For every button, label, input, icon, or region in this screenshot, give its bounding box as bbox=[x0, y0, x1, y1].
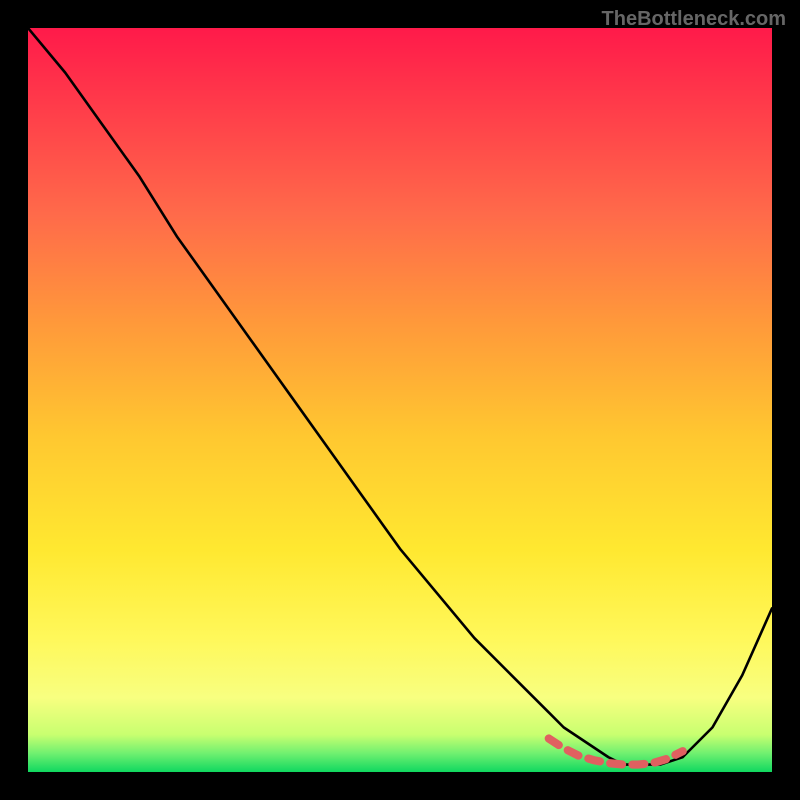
watermark-text: TheBottleneck.com bbox=[602, 8, 786, 31]
chart-curve-layer bbox=[28, 28, 772, 772]
chart-plot-area bbox=[28, 28, 772, 772]
optimal-zone-marker bbox=[549, 739, 683, 765]
bottleneck-curve-line bbox=[28, 28, 772, 765]
